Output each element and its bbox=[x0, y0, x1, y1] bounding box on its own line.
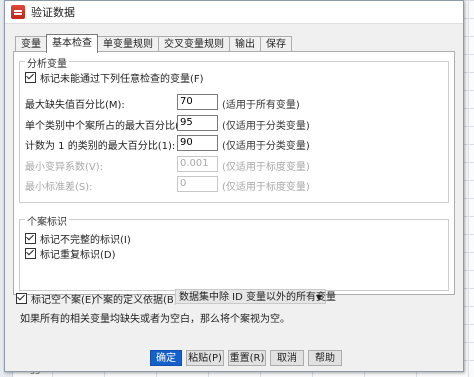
empty-case-hint: 如果所有的相关变量均缺失或者为空白，那么将个案视为空。 bbox=[20, 314, 290, 325]
max-count-one-label: 计数为 1 的类别的最大百分比(1): bbox=[25, 141, 176, 152]
max-missing-input[interactable]: 70 bbox=[177, 94, 218, 110]
max-single-category-label: 单个类别中个案所占的最大百分比(C): bbox=[25, 121, 194, 132]
incomplete-id-row[interactable]: 标记不完整的标识(I) bbox=[25, 231, 131, 246]
case-definition-value: 数据集中除 ID 变量以外的所有变量 bbox=[179, 292, 337, 303]
max-count-one-note: (仅适用于分类变量) bbox=[222, 141, 310, 152]
app-icon bbox=[11, 5, 25, 19]
chevron-down-icon: ▼ bbox=[315, 293, 322, 302]
min-sd-note: (仅适用于标度变量) bbox=[222, 182, 310, 193]
max-count-one-row: 计数为 1 的类别的最大百分比(1): bbox=[25, 137, 175, 152]
window-title: 验证数据 bbox=[31, 6, 75, 19]
empty-case-row[interactable]: 标记空个案(E) bbox=[16, 291, 95, 306]
analysis-variables-legend: 分析变量 bbox=[25, 55, 69, 70]
tab-basic-checks[interactable]: 基本检查 bbox=[46, 34, 98, 53]
analysis-variables-group: 分析变量 标记未能通过下列任意检查的变量(F) 最大缺失值百分比(M): 70 … bbox=[19, 55, 449, 203]
validate-data-dialog: 验证数据 变量 基本检查 单变量规则 交叉变量规则 输出 保存 分析变量 标记未… bbox=[4, 0, 464, 372]
case-id-legend: 个案标识 bbox=[25, 213, 69, 228]
cancel-button[interactable]: 取消 bbox=[270, 350, 304, 366]
min-cv-note: (仅适用于标度变量) bbox=[222, 162, 310, 173]
flag-failed-label: 标记未能通过下列任意检查的变量(F) bbox=[40, 74, 204, 85]
min-cv-input[interactable]: 0.001 bbox=[177, 156, 218, 172]
max-missing-label: 最大缺失值百分比(M): bbox=[25, 100, 125, 111]
max-single-category-row: 单个类别中个案所占的最大百分比(C): bbox=[25, 117, 193, 132]
min-cv-row: 最小变异系数(V): bbox=[25, 158, 103, 173]
empty-case-checkbox[interactable] bbox=[16, 293, 27, 304]
min-sd-label: 最小标准差(S): bbox=[25, 182, 93, 193]
basic-checks-panel: 分析变量 标记未能通过下列任意检查的变量(F) 最大缺失值百分比(M): 70 … bbox=[13, 51, 455, 295]
max-count-one-input[interactable]: 90 bbox=[177, 135, 218, 151]
incomplete-id-checkbox[interactable] bbox=[25, 233, 36, 244]
min-sd-row: 最小标准差(S): bbox=[25, 178, 93, 193]
max-missing-note: (适用于所有变量) bbox=[222, 100, 300, 111]
tab-strip: 变量 基本检查 单变量规则 交叉变量规则 输出 保存 bbox=[15, 34, 292, 53]
paste-button[interactable]: 粘贴(P) bbox=[186, 350, 224, 366]
case-definition-label: 个案的定义依据(B): bbox=[93, 295, 182, 306]
button-bar: 确定 粘贴(P) 重置(R) 取消 帮助 bbox=[150, 350, 346, 366]
duplicate-id-label: 标记重复标识(D) bbox=[40, 250, 116, 261]
min-sd-input[interactable]: 0 bbox=[177, 176, 218, 192]
reset-button[interactable]: 重置(R) bbox=[228, 350, 266, 366]
ok-button[interactable]: 确定 bbox=[150, 350, 182, 366]
duplicate-id-row[interactable]: 标记重复标识(D) bbox=[25, 246, 116, 261]
max-single-category-input[interactable]: 95 bbox=[177, 115, 218, 131]
min-cv-label: 最小变异系数(V): bbox=[25, 162, 104, 173]
empty-case-label: 标记空个案(E) bbox=[31, 295, 96, 306]
duplicate-id-checkbox[interactable] bbox=[25, 248, 36, 259]
max-single-category-note: (仅适用于分类变量) bbox=[222, 121, 310, 132]
incomplete-id-label: 标记不完整的标识(I) bbox=[40, 235, 131, 246]
flag-failed-row[interactable]: 标记未能通过下列任意检查的变量(F) bbox=[25, 70, 204, 85]
title-bar: 验证数据 bbox=[5, 1, 463, 24]
max-missing-row: 最大缺失值百分比(M): bbox=[25, 96, 125, 111]
help-button[interactable]: 帮助 bbox=[308, 350, 342, 366]
case-id-group: 个案标识 标记不完整的标识(I) 标记重复标识(D) bbox=[19, 213, 449, 291]
flag-failed-checkbox[interactable] bbox=[25, 72, 36, 83]
case-definition-select[interactable]: 数据集中除 ID 变量以外的所有变量 ▼ bbox=[175, 289, 336, 304]
